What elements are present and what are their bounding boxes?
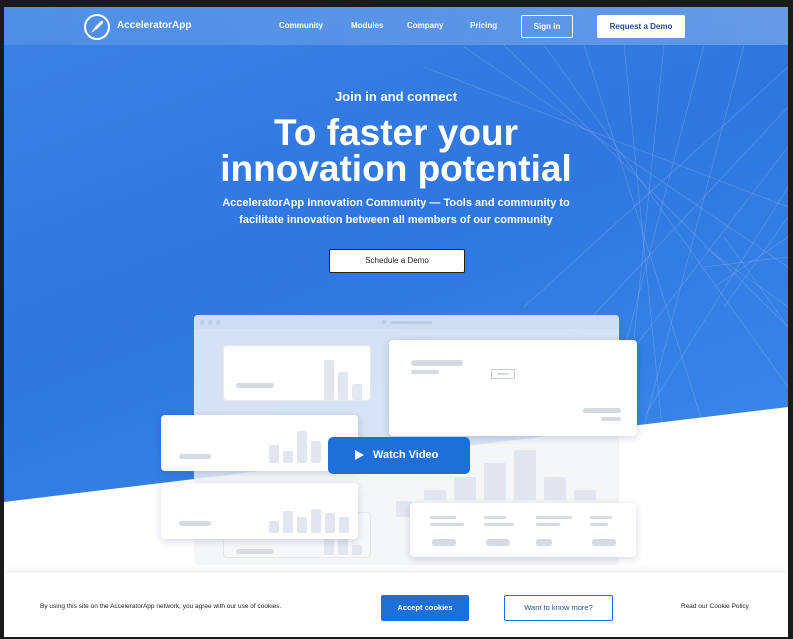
nav-community[interactable]: Community (279, 21, 323, 30)
window-dot (208, 320, 213, 325)
placeholder-bar (283, 451, 293, 463)
placeholder-bar (484, 463, 506, 500)
placeholder-chip (592, 539, 616, 546)
placeholder-bar (514, 450, 536, 500)
placeholder-line (179, 454, 211, 459)
floating-card-bottom-right (410, 503, 636, 557)
hero-title-line2: innovation potential (220, 148, 572, 189)
placeholder-line (411, 370, 439, 374)
placeholder-line (536, 523, 560, 526)
schedule-demo-button[interactable]: Schedule a Demo (329, 249, 465, 273)
floating-card-right (389, 340, 637, 436)
play-icon (355, 450, 364, 460)
hero-title-line1: To faster your (274, 112, 518, 153)
learn-more-button[interactable]: Want to know more? (504, 595, 613, 621)
placeholder-bar (269, 521, 279, 533)
placeholder-bar (574, 490, 596, 500)
placeholder-line (601, 417, 621, 421)
window-dot (382, 320, 386, 324)
request-demo-button[interactable]: Request a Demo (597, 15, 685, 38)
hero-subtitle-line2: facilitate innovation between all member… (239, 214, 553, 226)
hero-title: To faster your innovation potential (4, 112, 788, 189)
rocket-logo-icon[interactable] (84, 14, 110, 40)
placeholder-button (491, 369, 515, 379)
cookie-banner: By using this site on the AcceleratorApp… (4, 573, 788, 637)
placeholder-bar (283, 511, 293, 533)
hero-eyebrow: Join in and connect (334, 89, 458, 104)
cookie-message: By using this site on the AcceleratorApp… (40, 603, 282, 610)
placeholder-line (590, 523, 608, 526)
hero-subtitle: AcceleratorApp Innovation Community — To… (194, 195, 598, 229)
placeholder-line (430, 523, 464, 526)
address-bar-placeholder (390, 321, 432, 324)
placeholder-bar (297, 517, 307, 533)
placeholder-chip (536, 539, 552, 546)
top-nav: AcceleratorApp Community Modules Company… (4, 7, 788, 45)
placeholder-chip (486, 539, 510, 546)
hero-subtitle-line1: AcceleratorApp Innovation Community — To… (222, 197, 570, 209)
placeholder-bar (454, 477, 476, 500)
placeholder-bar (269, 445, 279, 463)
placeholder-bar (338, 372, 348, 400)
window-dot (216, 320, 221, 325)
nav-pricing[interactable]: Pricing (470, 21, 497, 30)
placeholder-line (411, 360, 463, 366)
placeholder-bar (352, 545, 362, 555)
floating-card-left-bottom (161, 483, 358, 539)
placeholder-line (484, 523, 514, 526)
nav-company[interactable]: Company (407, 21, 443, 30)
placeholder-line (236, 383, 274, 388)
placeholder-bar (311, 509, 321, 533)
accept-cookies-button[interactable]: Accept cookies (381, 595, 469, 621)
placeholder-line (484, 516, 506, 519)
placeholder-chip (432, 539, 456, 546)
placeholder-line (590, 516, 612, 519)
placeholder-bar (544, 477, 566, 500)
placeholder-line (536, 516, 572, 519)
placeholder-bar (324, 360, 334, 400)
placeholder-line (583, 408, 621, 413)
placeholder-line (430, 516, 456, 519)
placeholder-line (497, 373, 509, 375)
placeholder-line (236, 549, 274, 554)
placeholder-bar (297, 431, 307, 463)
placeholder-bar (339, 517, 349, 533)
watch-video-label: Watch Video (373, 449, 439, 461)
placeholder-line (179, 521, 211, 526)
watch-video-button[interactable]: Watch Video (328, 437, 470, 474)
page: AcceleratorApp Community Modules Company… (4, 7, 788, 637)
window-dot (200, 320, 205, 325)
placeholder-bar (352, 384, 362, 400)
mockup-stat-card (223, 345, 371, 401)
placeholder-bar (424, 490, 446, 500)
cookie-policy-link[interactable]: Read our Cookie Policy (681, 603, 749, 610)
brand-name[interactable]: AcceleratorApp (117, 20, 191, 31)
placeholder-bar (325, 513, 335, 533)
nav-modules[interactable]: Modules (351, 21, 383, 30)
sign-in-button[interactable]: Sign in (521, 15, 573, 38)
placeholder-bar (311, 441, 321, 463)
